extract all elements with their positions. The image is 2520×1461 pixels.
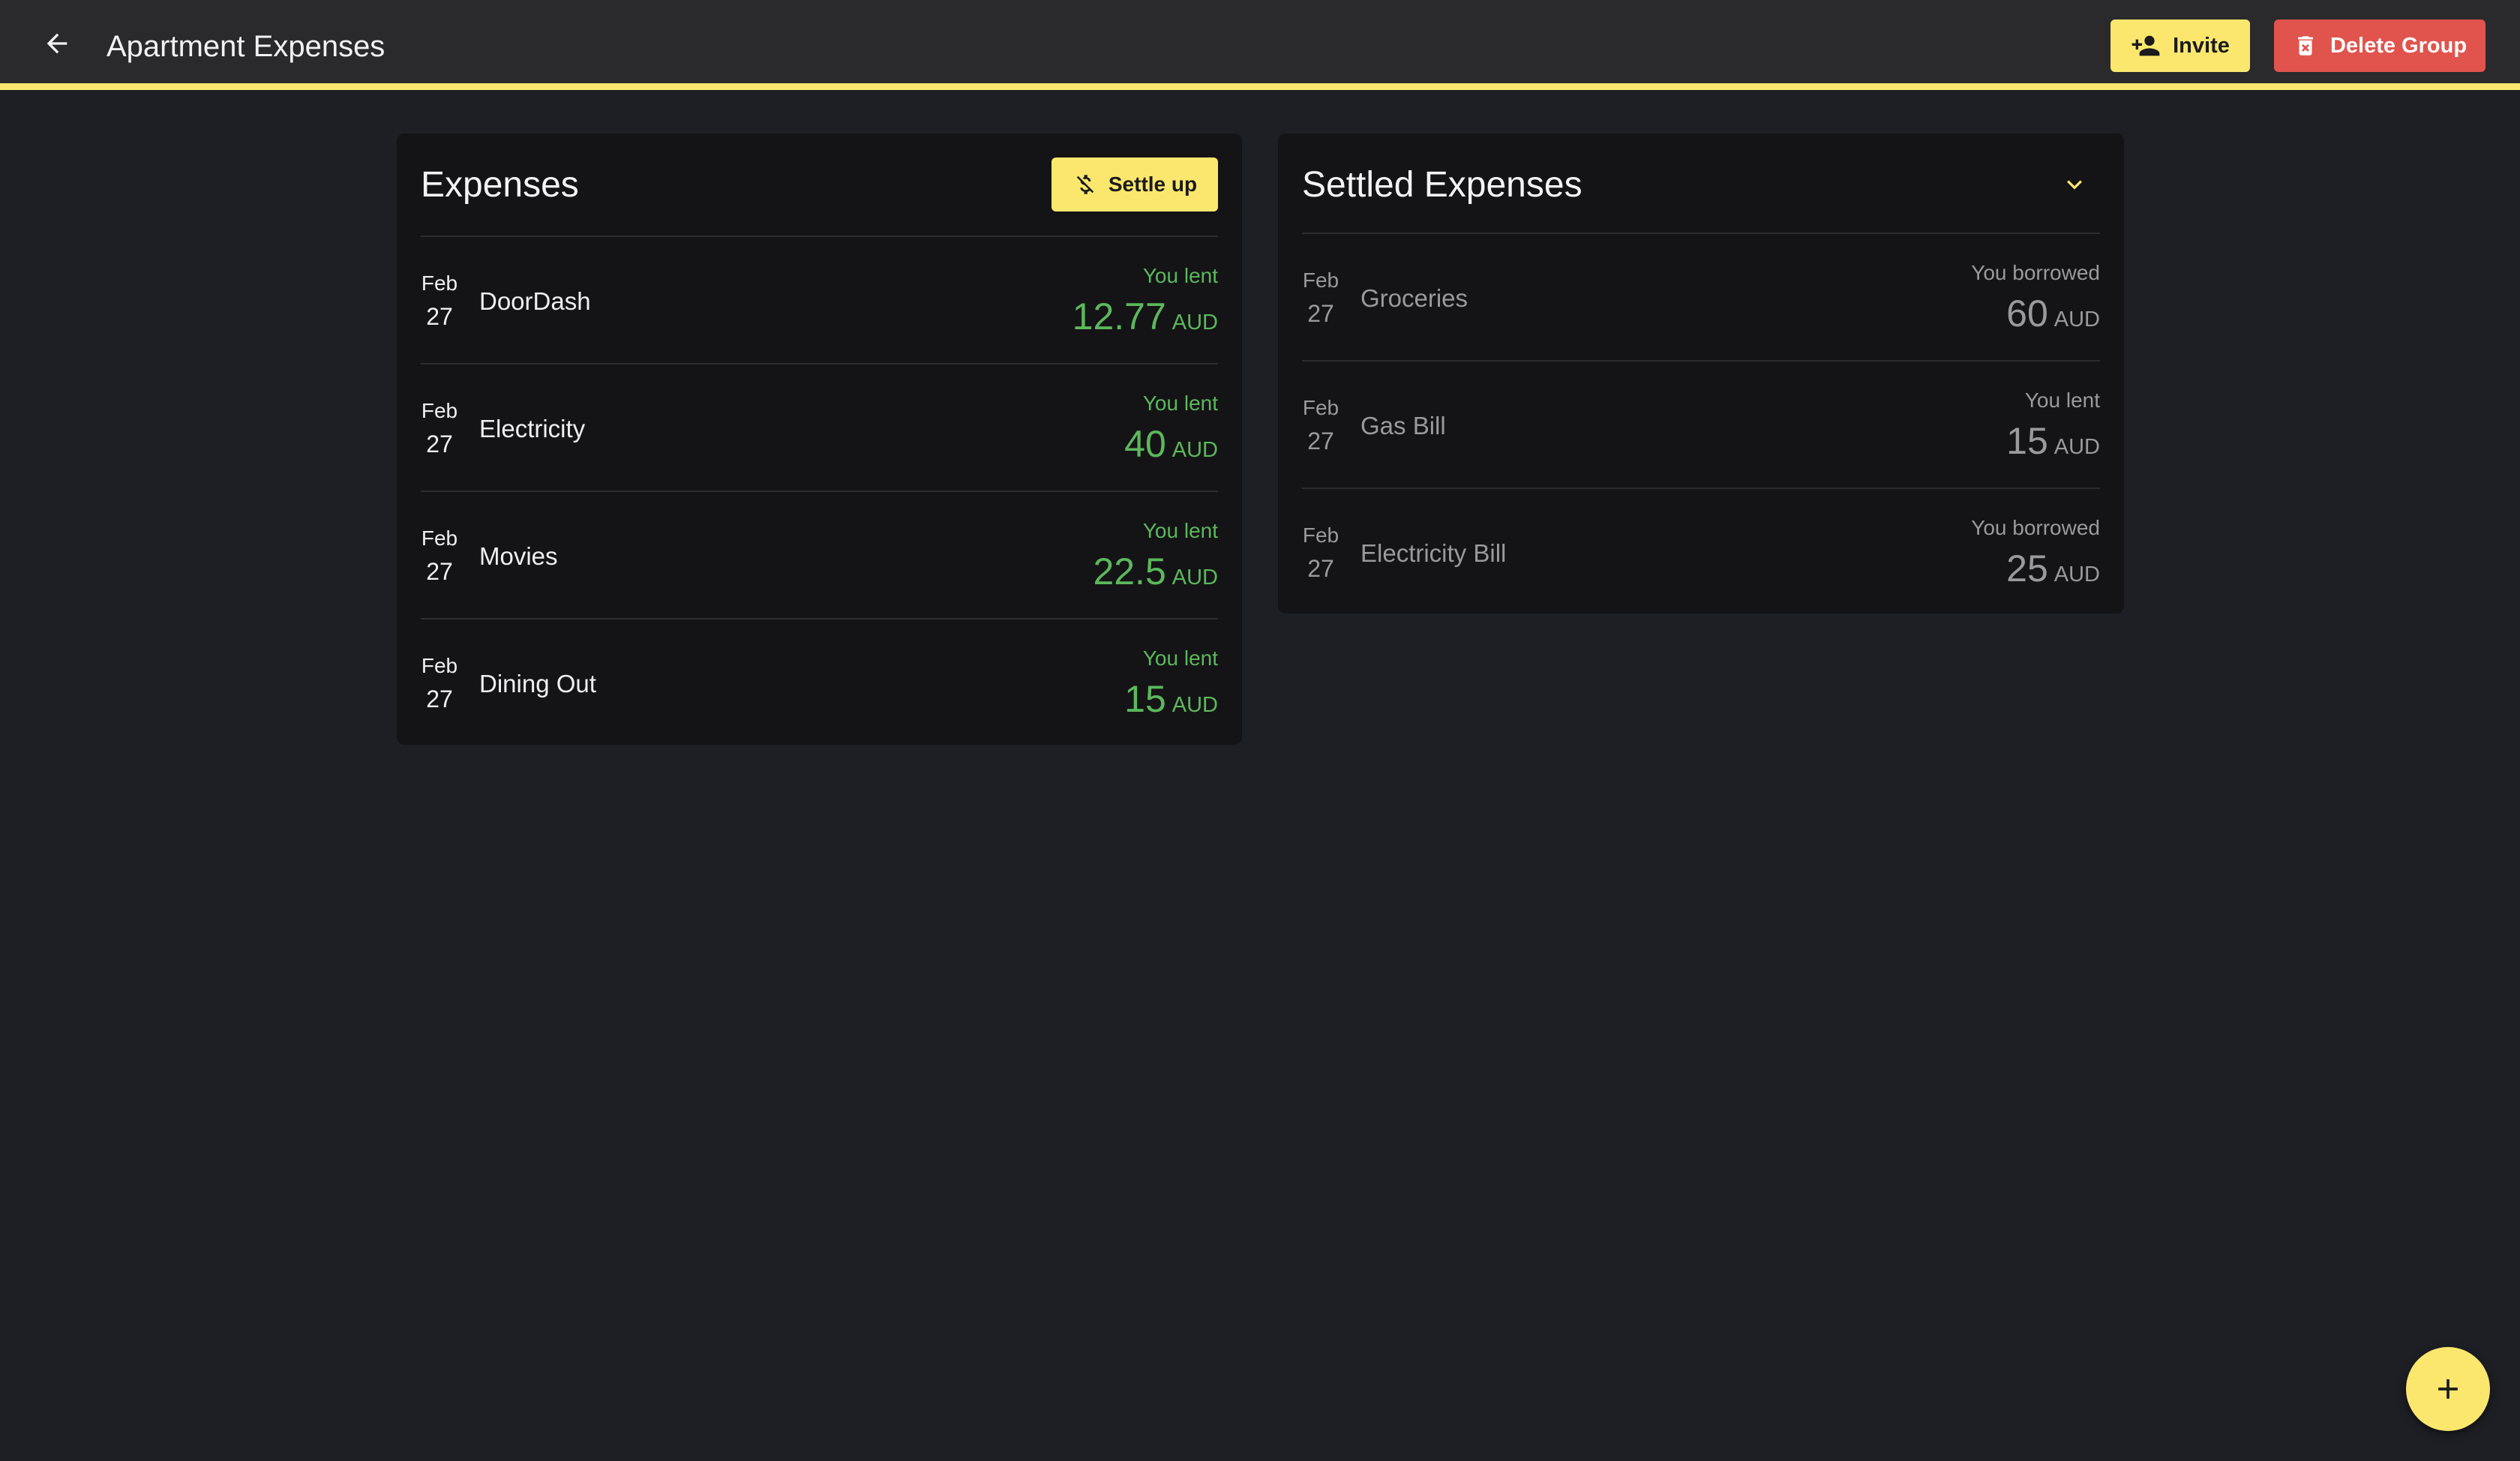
amount-label: You lent (1142, 519, 1218, 542)
amount-label: You lent (2024, 388, 2100, 412)
delete-group-label: Delete Group (2330, 33, 2468, 58)
settled-expenses-title: Settled Expenses (1302, 165, 1582, 205)
expense-name: Movies (479, 542, 558, 570)
list-item[interactable]: Feb 27 Groceries You borrowed 60 AUD (1302, 232, 2100, 360)
amount-value: 40 (1124, 423, 1166, 465)
amount-value: 22.5 (1093, 550, 1166, 592)
list-item[interactable]: Feb 27 Dining Out You lent 15 AUD (421, 618, 1218, 746)
amount-value: 15 (2006, 420, 2048, 462)
expense-date: Feb 27 (1302, 264, 1340, 330)
trash-icon (2298, 36, 2313, 56)
invite-button[interactable]: Invite (2110, 20, 2250, 72)
amount-label: You lent (1142, 264, 1218, 287)
date-month: Feb (421, 526, 458, 550)
amount-label: You borrowed (1971, 516, 2100, 539)
expense-amount: You lent 15 AUD (2006, 384, 2100, 475)
money-off-icon (1076, 175, 1094, 194)
list-item[interactable]: Feb 27 Electricity You lent 40 AUD (421, 363, 1218, 490)
person-add-icon (2132, 35, 2160, 56)
amount-label: You lent (1142, 646, 1218, 670)
date-day: 27 (426, 303, 453, 330)
date-month: Feb (421, 272, 458, 295)
list-item[interactable]: Feb 27 DoorDash You lent 12.77 AUD (421, 236, 1218, 363)
expense-name: Electricity (479, 415, 586, 442)
expense-amount: You lent 22.5 AUD (1093, 514, 1218, 605)
expense-date: Feb 27 (421, 522, 458, 588)
plus-icon (2438, 1379, 2458, 1399)
amount-currency: AUD (1172, 310, 1218, 334)
settle-up-button[interactable]: Settle up (1052, 158, 1218, 212)
page-title: Apartment Expenses (106, 30, 386, 63)
expense-amount: You lent 15 AUD (1124, 642, 1218, 733)
expense-date: Feb 27 (421, 394, 458, 460)
chevron-down-icon (2067, 180, 2082, 190)
expense-name: Gas Bill (1360, 412, 1446, 440)
list-item[interactable]: Feb 27 Gas Bill You lent 15 AUD (1302, 360, 2100, 488)
date-day: 27 (426, 686, 453, 712)
list-item[interactable]: Feb 27 Electricity Bill You borrowed 25 A… (1302, 488, 2100, 615)
arrow-left-icon (46, 33, 68, 54)
amount-currency: AUD (1172, 438, 1218, 462)
date-day: 27 (426, 558, 453, 585)
date-day: 27 (1307, 555, 1334, 582)
back-button[interactable] (36, 22, 78, 64)
settled-expenses-card: Settled Expenses Feb 27 Groceries You bo… (1278, 134, 2124, 614)
expenses-list: Feb 27 DoorDash You lent 12.77 AUD Feb 27… (421, 236, 1218, 746)
delete-group-button[interactable]: Delete Group (2274, 20, 2486, 72)
settle-up-label: Settle up (1108, 172, 1198, 196)
expense-amount: You lent 12.77 AUD (1072, 260, 1218, 350)
expense-date: Feb 27 (1302, 392, 1340, 458)
date-month: Feb (421, 399, 458, 422)
expense-amount: You borrowed 25 AUD (1971, 512, 2100, 602)
amount-currency: AUD (2054, 435, 2100, 459)
date-day: 27 (1307, 428, 1334, 454)
amount-currency: AUD (1172, 693, 1218, 717)
amount-label: You borrowed (1971, 261, 2100, 284)
amount-value: 60 (2006, 292, 2048, 334)
date-month: Feb (421, 654, 458, 677)
expense-date: Feb 27 (421, 267, 458, 333)
expenses-title: Expenses (421, 165, 579, 205)
expense-date: Feb 27 (421, 650, 458, 716)
date-day: 27 (1307, 300, 1334, 327)
expenses-card: Expenses Settle up Feb 27 DoorDash You l… (397, 134, 1242, 745)
add-expense-button[interactable] (2406, 1347, 2490, 1431)
app-header: Apartment Expenses Invite Delete Group (0, 0, 2520, 90)
expense-amount: You lent 40 AUD (1124, 387, 1218, 478)
amount-currency: AUD (2054, 562, 2100, 586)
amount-currency: AUD (1172, 566, 1218, 590)
expense-name: Groceries (1360, 284, 1468, 312)
collapse-toggle[interactable] (2056, 166, 2092, 202)
amount-currency: AUD (2054, 308, 2100, 332)
date-month: Feb (1302, 268, 1340, 292)
list-item[interactable]: Feb 27 Movies You lent 22.5 AUD (421, 490, 1218, 618)
amount-label: You lent (1142, 392, 1218, 415)
expense-name: Dining Out (479, 670, 596, 698)
amount-value: 15 (1124, 678, 1166, 720)
expense-amount: You borrowed 60 AUD (1971, 256, 2100, 347)
date-day: 27 (426, 430, 453, 458)
amount-value: 25 (2006, 548, 2048, 590)
expense-name: Electricity Bill (1360, 539, 1507, 567)
expense-name: DoorDash (479, 287, 591, 315)
amount-value: 12.77 (1072, 296, 1166, 338)
expense-date: Feb 27 (1302, 519, 1340, 585)
invite-label: Invite (2173, 33, 2230, 58)
settled-expenses-list: Feb 27 Groceries You borrowed 60 AUD Feb … (1302, 232, 2100, 615)
date-month: Feb (1302, 396, 1340, 419)
date-month: Feb (1302, 524, 1340, 547)
